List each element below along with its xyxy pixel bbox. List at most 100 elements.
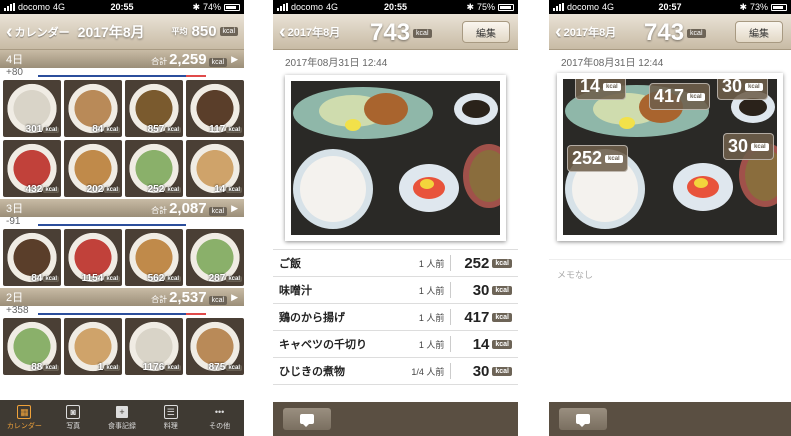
day-label: 4日 <box>6 54 24 66</box>
total-label: 合計 <box>151 56 168 66</box>
diff-bar <box>38 313 206 315</box>
kcal-badge: kcal <box>165 364 181 371</box>
network: 4G <box>602 2 615 12</box>
edit-button[interactable]: 編集 <box>462 21 510 43</box>
thumb-kcal: 117 kcal <box>209 124 242 135</box>
tab-photos[interactable]: ◙ 写真 <box>49 400 98 436</box>
thumb-kcal-value: 117 <box>209 124 226 135</box>
day-total: 合計 2,537 kcal <box>151 289 228 306</box>
kcal-badge: kcal <box>603 82 621 91</box>
meal-photo[interactable]: 14 kcal 417 kcal 30 kcal 252 kcal 30 kcal <box>563 79 777 235</box>
kcal-tag-rice[interactable]: 252 kcal <box>567 145 628 172</box>
comment-button[interactable] <box>283 408 331 430</box>
avg-label: 平均 <box>171 27 188 36</box>
bluetooth-icon: ✱ <box>192 1 200 12</box>
tab-dishes[interactable]: ☰ 料理 <box>146 400 195 436</box>
meal-thumb-grid: 301 kcal 84 kcal 857 kcal 117 kcal 432 kcal 202 kca… <box>0 78 244 199</box>
signal-icon <box>553 3 564 11</box>
kcal-tag-karaage[interactable]: 417 kcal <box>649 83 710 110</box>
meal-thumbnail[interactable]: 202 kcal <box>64 140 122 197</box>
thumb-kcal: 1 kcal <box>98 362 120 373</box>
thumb-kcal: 301 kcal <box>26 124 59 135</box>
diff-bar <box>38 75 206 77</box>
food-item-row[interactable]: 味噌汁 1 人前 30 kcal <box>273 277 518 304</box>
meal-photo[interactable] <box>291 81 500 235</box>
diff-bar <box>38 224 186 226</box>
food-item-row[interactable]: ひじきの煮物 1/4 人前 30 kcal <box>273 358 518 385</box>
chevron-left-icon: ‹ <box>279 20 286 43</box>
tab-meal-record[interactable]: + 食事記録 <box>98 400 147 436</box>
back-button[interactable]: ‹ 2017年8月 <box>279 22 340 42</box>
tag-value: 30 <box>722 79 743 96</box>
thumb-kcal: 1154 kcal <box>82 273 120 284</box>
meal-thumbnail[interactable]: 252 kcal <box>125 140 183 197</box>
back-button[interactable]: ‹ 2017年8月 <box>555 22 616 42</box>
food-kcal: 30 <box>472 281 490 299</box>
kcal-badge: kcal <box>43 275 59 282</box>
kcal-badge: kcal <box>413 28 432 38</box>
meal-thumbnail[interactable]: 84 kcal <box>3 229 61 286</box>
status-bar: docomo 4G 20:57 ✱ 73% <box>549 0 791 14</box>
food-item-row[interactable]: 鶏のから揚げ 1 人前 417 kcal <box>273 304 518 331</box>
bottom-bar <box>273 402 518 436</box>
food-item-row[interactable]: キャベツの千切り 1 人前 14 kcal <box>273 331 518 358</box>
food-portion: 1 人前 <box>418 339 445 350</box>
thumb-kcal-value: 1 <box>97 362 104 373</box>
day-diff: +358 <box>0 306 244 316</box>
day-diff: -91 <box>0 217 244 227</box>
meal-thumbnail[interactable]: 1 kcal <box>64 318 122 375</box>
kcal-badge: kcal <box>605 154 623 163</box>
total-value: 2,259 <box>169 50 207 68</box>
calendar-screen: docomo 4G 20:55 ✱ 74% ‹ カレンダー 2017年8月 平均 85… <box>0 0 244 436</box>
divider <box>450 282 452 298</box>
meal-total-kcal: 743 <box>370 19 411 46</box>
day-header[interactable]: 4日 合計 2,259 kcal ▶ <box>0 50 244 68</box>
meal-photo-frame: 14 kcal 417 kcal 30 kcal 252 kcal 30 kcal <box>557 73 783 241</box>
tag-value: 252 <box>572 148 603 168</box>
food-portion: 1/4 人前 <box>411 366 445 377</box>
thumb-kcal-value: 562 <box>147 273 165 284</box>
signal-icon <box>277 3 288 11</box>
tab-other[interactable]: ••• その他 <box>195 400 244 436</box>
meal-thumbnail[interactable]: 84 kcal <box>64 80 122 137</box>
thumb-kcal: 84 kcal <box>31 273 59 284</box>
kcal-badge: kcal <box>687 28 706 38</box>
comment-button[interactable] <box>559 408 607 430</box>
thumb-kcal: 287 kcal <box>209 273 242 284</box>
speech-bubble-icon <box>300 414 314 427</box>
edit-button[interactable]: 編集 <box>735 21 783 43</box>
day-header[interactable]: 3日 合計 2,087 kcal ▶ <box>0 199 244 217</box>
thumb-kcal: 88 kcal <box>31 362 59 373</box>
battery-percent: 75% <box>476 2 495 12</box>
tab-label: その他 <box>209 423 231 430</box>
back-button[interactable]: ‹ カレンダー <box>6 22 70 42</box>
meal-thumbnail[interactable]: 88 kcal <box>3 318 61 375</box>
kcal-badge: kcal <box>492 312 512 322</box>
meal-thumbnail[interactable]: 875 kcal <box>186 318 244 375</box>
total-value: 2,087 <box>169 199 207 217</box>
meal-thumbnail[interactable]: 287 kcal <box>186 229 244 286</box>
thumb-kcal: 252 kcal <box>148 184 181 195</box>
tab-calendar[interactable]: ▦ カレンダー <box>0 400 49 436</box>
food-item-row[interactable]: ご飯 1 人前 252 kcal <box>273 250 518 277</box>
chevron-right-icon: ▶ <box>231 291 238 302</box>
kcal-badge: kcal <box>208 57 228 67</box>
chevron-left-icon: ‹ <box>6 20 13 43</box>
meal-thumbnail[interactable]: 1176 kcal <box>125 318 183 375</box>
day-header[interactable]: 2日 合計 2,537 kcal ▶ <box>0 288 244 306</box>
thumb-kcal-value: 301 <box>25 124 43 135</box>
back-label: 2017年8月 <box>287 26 341 39</box>
meal-thumbnail[interactable]: 301 kcal <box>3 80 61 137</box>
meal-thumbnail[interactable]: 117 kcal <box>186 80 244 137</box>
kcal-tag-miso-soup[interactable]: 30 kcal <box>723 133 774 160</box>
kcal-badge: kcal <box>165 126 181 133</box>
kcal-tag-hijiki[interactable]: 30 kcal <box>717 79 768 100</box>
meal-thumbnail[interactable]: 562 kcal <box>125 229 183 286</box>
meal-thumbnail[interactable]: 857 kcal <box>125 80 183 137</box>
status-bar: docomo 4G 20:55 ✱ 74% <box>0 0 244 14</box>
diff-value: +80 <box>6 67 23 78</box>
meal-thumbnail[interactable]: 432 kcal <box>3 140 61 197</box>
kcal-tag-cabbage[interactable]: 14 kcal <box>575 79 626 100</box>
meal-thumbnail[interactable]: 1154 kcal <box>64 229 122 286</box>
meal-thumbnail[interactable]: 14 kcal <box>186 140 244 197</box>
